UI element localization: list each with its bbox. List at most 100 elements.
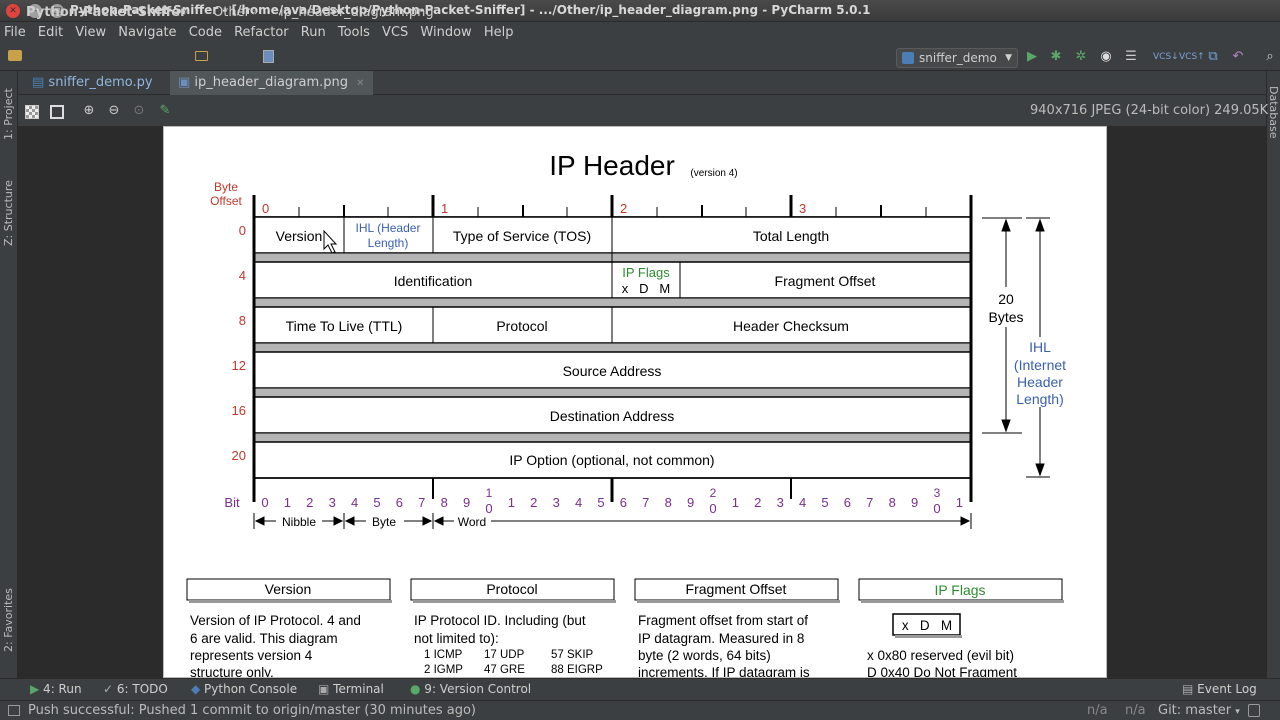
legend-fragment-offset: Fragment Offset Fragment offset from sta… <box>634 578 840 677</box>
menu-refactor[interactable]: Refactor <box>234 22 297 44</box>
legend-text: D 0x40 Do Not Fragment <box>867 665 1017 678</box>
debug-icon[interactable]: ✱ <box>1048 49 1064 65</box>
row-offset: 0 <box>239 223 246 238</box>
run-tool-button[interactable]: ▶ 4: Run <box>30 682 82 696</box>
field-source-address: Source Address <box>563 363 662 379</box>
side-ihl: Length) <box>1016 391 1063 407</box>
byte-offset-label: Byte <box>214 180 238 194</box>
run-icon[interactable]: ▶ <box>1024 49 1040 65</box>
bit-digit: 0 <box>933 501 940 516</box>
vcs-commit-icon[interactable]: VCS↑ <box>1179 49 1205 65</box>
menu-window[interactable]: Window <box>420 22 479 44</box>
menu-tools[interactable]: Tools <box>338 22 378 44</box>
menu-edit[interactable]: Edit <box>38 22 71 44</box>
terminal-tool-button[interactable]: ▣ Terminal <box>318 682 384 696</box>
event-log-icon: ▤ <box>1182 682 1198 696</box>
diagram-title: IP Header <box>549 150 675 181</box>
tasks-icon[interactable]: ☰ <box>1123 49 1139 65</box>
menu-vcs[interactable]: VCS <box>382 22 416 44</box>
lock-icon[interactable] <box>1248 704 1260 717</box>
field-ip-option: IP Option (optional, not common) <box>509 452 714 468</box>
breadcrumb-separator-icon: › <box>183 5 189 20</box>
bit-digit: 3 <box>329 495 336 510</box>
bit-digit: 1 <box>732 495 739 510</box>
image-file-icon <box>263 50 274 63</box>
tool-windows-toggle-icon[interactable] <box>8 705 20 716</box>
status-line-col: n/a <box>1087 703 1108 718</box>
revert-icon[interactable]: ↶ <box>1230 49 1246 65</box>
search-everywhere-icon[interactable]: ⌕ <box>1262 49 1278 65</box>
bit-tens-digit: 3 <box>934 486 941 500</box>
side-bytes: Bytes <box>988 309 1023 325</box>
favorites-panel-tab[interactable]: 2: Favorites <box>2 588 15 652</box>
menu-view[interactable]: View <box>75 22 114 44</box>
git-branch[interactable]: Git: master ▾ <box>1158 703 1240 718</box>
menu-help[interactable]: Help <box>484 22 522 44</box>
legend-text: 47 GRE <box>484 664 525 676</box>
side-ihl: Header <box>1017 374 1063 390</box>
todo-icon: ✓ <box>103 682 117 696</box>
vcs-update-icon[interactable]: VCS↓ <box>1153 49 1179 65</box>
todo-tool-button[interactable]: ✓ 6: TODO <box>103 682 168 696</box>
menu-file[interactable]: File <box>4 22 34 44</box>
legend-text: IP Protocol ID. Including (but <box>414 613 586 628</box>
field-version: Version <box>276 228 323 244</box>
tab-sniffer-demo[interactable]: ▤ sniffer_demo.py <box>24 71 161 95</box>
database-panel-tab[interactable]: Database <box>1267 86 1280 139</box>
bit-digit: 5 <box>821 495 828 510</box>
breadcrumb-separator-icon: › <box>252 5 258 20</box>
project-panel-tab[interactable]: 1: Project <box>2 88 15 140</box>
menu-bar: File Edit View Navigate Code Refactor Ru… <box>0 22 1280 44</box>
field-destination-address: Destination Address <box>550 408 675 424</box>
close-window-icon[interactable]: ✕ <box>6 4 20 18</box>
byte-number: 2 <box>620 201 627 216</box>
breadcrumb-project[interactable]: Python-Packet-Sniffer <box>26 5 187 20</box>
version-control-tool-button[interactable]: ● 9: Version Control <box>410 682 531 696</box>
bit-ruler <box>252 477 973 502</box>
bit-digit: 8 <box>441 495 448 510</box>
project-folder-icon <box>8 50 22 61</box>
coverage-icon[interactable]: ✲ <box>1073 49 1089 65</box>
legend-text: structure only. <box>190 665 274 678</box>
zoom-out-icon[interactable]: ⊖ <box>106 103 122 119</box>
bit-digit: 0 <box>709 501 716 516</box>
right-tool-strip <box>1266 71 1280 678</box>
field-fragment-offset: Fragment Offset <box>775 273 876 289</box>
byte-offset-label: Offset <box>210 194 242 208</box>
tab-ip-header-diagram[interactable]: ▣ ip_header_diagram.png ✕ <box>170 71 373 95</box>
bit-digit: 1 <box>956 495 963 510</box>
diagram-version: (version 4) <box>690 168 737 179</box>
status-message[interactable]: Push successful: Pushed 1 commit to orig… <box>28 703 476 718</box>
compare-icon[interactable]: ⧉ <box>1205 49 1221 65</box>
run-config-label: sniffer_demo <box>919 51 997 65</box>
run-config-select[interactable]: sniffer_demo ▼ <box>896 48 1018 68</box>
profile-icon[interactable]: ◉ <box>1098 49 1114 65</box>
breadcrumb-file[interactable]: ip_header_diagram.png <box>280 5 434 20</box>
event-log-button[interactable]: ▤ Event Log <box>1182 682 1257 696</box>
bit-digit: 6 <box>396 495 403 510</box>
zoom-in-icon[interactable]: ⊕ <box>81 103 97 119</box>
structure-panel-tab[interactable]: Z: Structure <box>2 180 15 246</box>
legend-ip-flags: IP Flags x D M x 0x80 reserved (evil bit… <box>858 578 1064 678</box>
row-offset: 20 <box>232 448 246 463</box>
grid-icon[interactable] <box>50 105 64 119</box>
breadcrumb-folder[interactable]: Other <box>213 5 250 20</box>
menu-navigate[interactable]: Navigate <box>118 22 184 44</box>
close-tab-icon[interactable]: ✕ <box>352 78 364 89</box>
size-indicators <box>253 513 972 529</box>
tab-label: sniffer_demo.py <box>48 75 153 90</box>
legend-text: x 0x80 reserved (evil bit) <box>867 648 1014 663</box>
legend-title: Fragment Offset <box>686 581 787 597</box>
legend-text: 17 UDP <box>484 649 525 661</box>
color-picker-icon[interactable]: ✎ <box>157 103 173 119</box>
menu-run[interactable]: Run <box>301 22 334 44</box>
ip-header-diagram-image: IP Header (version 4) Byte Offset 0 1 2 … <box>163 126 1107 678</box>
image-file-icon: ▣ <box>178 75 195 90</box>
actual-size-icon[interactable]: ⊙ <box>131 103 147 119</box>
chessboard-icon[interactable] <box>25 105 39 119</box>
legend-text: represents version 4 <box>190 648 313 663</box>
python-console-tool-button[interactable]: ◆ Python Console <box>191 682 297 696</box>
title-bar: ✕ – □ Python-Packet-Sniffer - [/home/ava… <box>0 0 1280 22</box>
legend-text: 2 IGMP <box>424 664 463 676</box>
menu-code[interactable]: Code <box>189 22 230 44</box>
